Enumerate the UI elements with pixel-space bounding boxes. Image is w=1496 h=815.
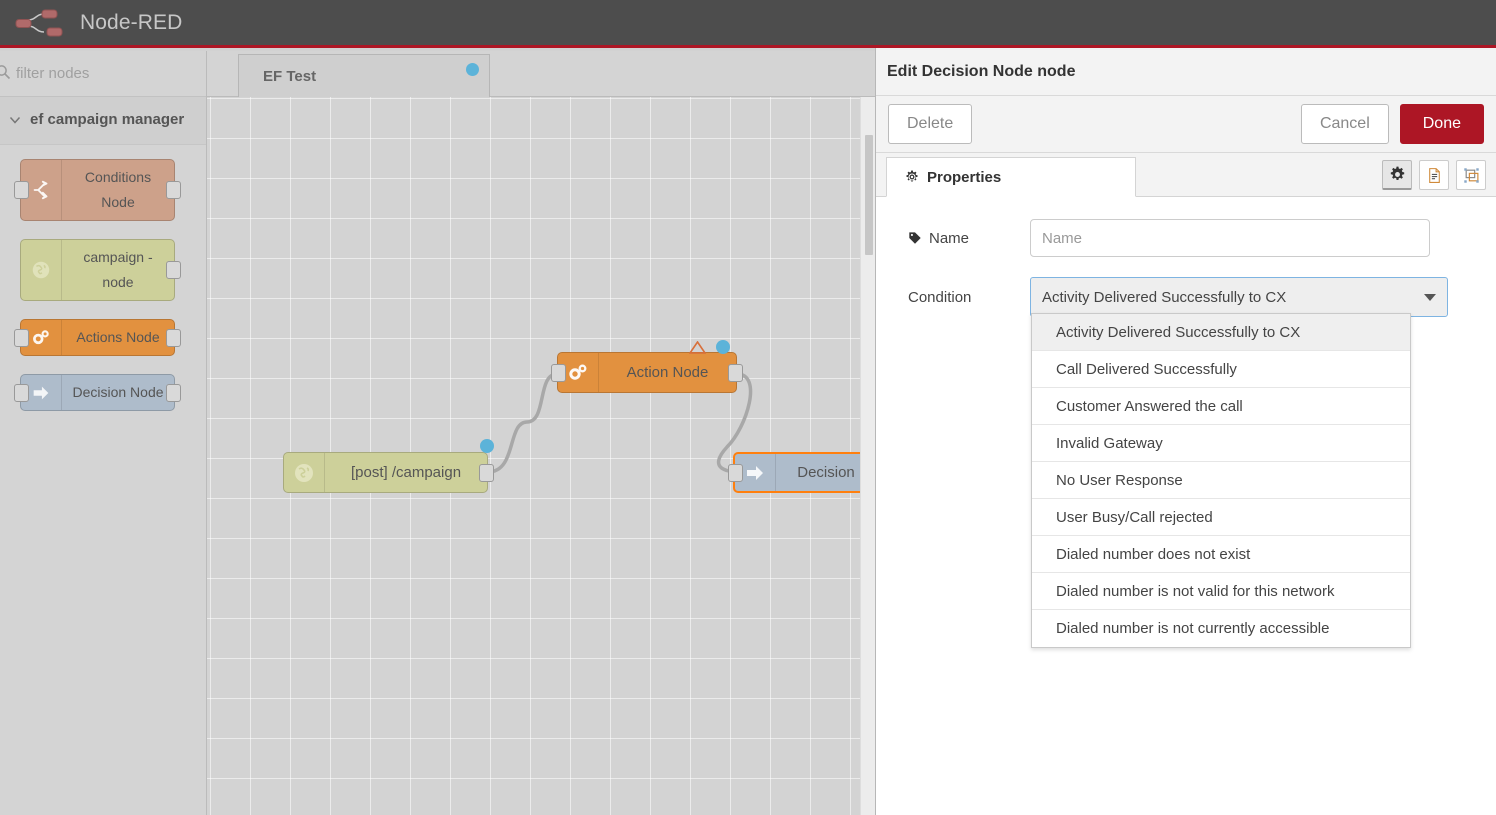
globe-icon	[284, 453, 325, 492]
node-output-port[interactable]	[166, 181, 181, 199]
search-icon	[0, 64, 11, 80]
condition-select[interactable]: Activity Delivered Successfully to CX	[1030, 277, 1448, 317]
dropdown-option[interactable]: Dialed number is not currently accessibl…	[1032, 610, 1410, 647]
app-brand-title: Node-RED	[80, 11, 182, 35]
palette-node-label: Conditions Node	[62, 160, 174, 220]
dropdown-option[interactable]: Dialed number is not valid for this netw…	[1032, 573, 1410, 610]
node-input-port[interactable]	[14, 329, 29, 347]
dropdown-option[interactable]: Invalid Gateway	[1032, 425, 1410, 462]
node-output-port[interactable]	[166, 329, 181, 347]
cancel-button[interactable]: Cancel	[1301, 104, 1389, 144]
palette-node-actions[interactable]: Actions Node	[20, 319, 175, 356]
dialog-tabbar: Properties	[876, 153, 1496, 197]
done-button[interactable]: Done	[1400, 104, 1484, 144]
node-output-port[interactable]	[166, 261, 181, 279]
node-palette: ef campaign manager Conditions Node camp…	[0, 51, 207, 815]
edit-node-dialog: Edit Decision Node node Delete Cancel Do…	[875, 48, 1496, 815]
palette-node-label: Actions Node	[62, 320, 174, 355]
name-field-label: Name	[892, 230, 1030, 247]
delete-button[interactable]: Delete	[888, 104, 972, 144]
warning-triangle-icon	[689, 341, 706, 354]
gear-icon	[1389, 166, 1406, 183]
node-output-port[interactable]	[728, 364, 743, 382]
workspace-tab-status-dot	[466, 63, 479, 76]
description-icon	[1426, 167, 1443, 184]
tab-properties-label: Properties	[927, 169, 1001, 186]
workspace-canvas: EF Test [post] /campaign	[207, 51, 876, 815]
palette-category-label: ef campaign manager	[30, 107, 184, 132]
tab-properties[interactable]: Properties	[886, 157, 1136, 197]
chevron-down-icon	[1424, 294, 1436, 301]
appearance-icon-button[interactable]	[1456, 160, 1486, 190]
dialog-body: Name Condition Activity Delivered Succes…	[876, 197, 1496, 317]
form-row-condition: Condition Activity Delivered Successfull…	[892, 277, 1480, 317]
palette-search-row[interactable]	[0, 51, 206, 97]
gear-icon-button[interactable]	[1382, 160, 1412, 190]
palette-node-campaign[interactable]: campaign - node	[20, 239, 175, 301]
flow-node-action[interactable]: Action Node	[557, 352, 737, 393]
appearance-icon	[1463, 167, 1480, 184]
node-output-port[interactable]	[479, 464, 494, 482]
name-label-text: Name	[929, 230, 969, 247]
palette-node-decision[interactable]: Decision Node	[20, 374, 175, 411]
flow-node-decision[interactable]: Decision N	[733, 452, 876, 493]
workspace-tab-ef-test[interactable]: EF Test	[238, 54, 490, 97]
globe-icon	[21, 240, 62, 300]
flow-node-status-dot	[716, 340, 730, 354]
palette-node-conditions[interactable]: Conditions Node	[20, 159, 175, 221]
filter-nodes-input[interactable]	[14, 64, 198, 83]
condition-label-text: Condition	[908, 289, 971, 306]
palette-node-list: Conditions Node campaign - node Actions …	[0, 145, 206, 411]
dialog-action-bar: Delete Cancel Done	[876, 96, 1496, 153]
dropdown-option[interactable]: Dialed number does not exist	[1032, 536, 1410, 573]
tag-icon	[908, 231, 922, 245]
node-output-port[interactable]	[166, 384, 181, 402]
name-input[interactable]	[1030, 219, 1430, 257]
gear-icon	[905, 170, 919, 184]
node-input-port[interactable]	[14, 384, 29, 402]
palette-node-label: Decision Node	[62, 375, 174, 410]
node-input-port[interactable]	[728, 464, 743, 482]
palette-node-label: campaign - node	[62, 240, 174, 300]
workspace-tab-label: EF Test	[263, 68, 316, 85]
dropdown-option[interactable]: Activity Delivered Successfully to CX	[1032, 314, 1410, 351]
condition-field-label: Condition	[892, 289, 1030, 306]
dropdown-option[interactable]: No User Response	[1032, 462, 1410, 499]
dropdown-option[interactable]: User Busy/Call rejected	[1032, 499, 1410, 536]
flow-grid[interactable]: [post] /campaign Action Node	[207, 97, 876, 815]
canvas-vertical-scrollbar[interactable]	[860, 97, 876, 815]
node-input-port[interactable]	[14, 181, 29, 199]
scrollbar-thumb[interactable]	[865, 135, 873, 255]
node-input-port[interactable]	[551, 364, 566, 382]
flow-node-label: Action Node	[599, 353, 736, 392]
dialog-tool-icons	[1382, 160, 1486, 190]
chevron-down-icon	[8, 113, 22, 127]
flow-node-status-dot	[480, 439, 494, 453]
palette-category-header[interactable]: ef campaign manager	[0, 97, 206, 145]
node-red-logo-icon	[14, 7, 70, 39]
dialog-title: Edit Decision Node node	[876, 48, 1496, 96]
app-header: Node-RED	[0, 0, 1496, 48]
node-red-app: Node-RED ef campaign manager Cond	[0, 0, 1496, 815]
dropdown-option[interactable]: Call Delivered Successfully	[1032, 351, 1410, 388]
form-row-name: Name	[892, 219, 1480, 257]
flow-node-campaign-http-in[interactable]: [post] /campaign	[283, 452, 488, 493]
workspace-tabbar: EF Test	[207, 51, 876, 97]
dropdown-option[interactable]: Customer Answered the call	[1032, 388, 1410, 425]
condition-select-value: Activity Delivered Successfully to CX	[1042, 289, 1286, 306]
flow-node-label: [post] /campaign	[325, 453, 487, 492]
condition-dropdown-list[interactable]: Activity Delivered Successfully to CX Ca…	[1031, 313, 1411, 648]
description-icon-button[interactable]	[1419, 160, 1449, 190]
